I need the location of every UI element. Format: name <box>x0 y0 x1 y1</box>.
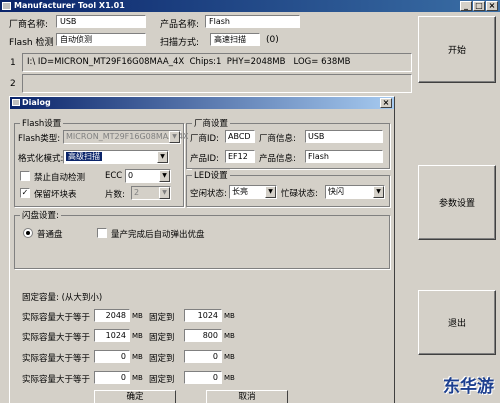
capacity-unit: MB <box>132 353 143 361</box>
vendor-settings-group: 厂商设置 厂商ID: ABCD 厂商信息: USB 产品ID: EF12 产品信… <box>186 117 390 169</box>
capacity-fixed-input[interactable]: 0 <box>184 350 222 363</box>
vendor-name-field[interactable]: USB <box>56 15 146 28</box>
fixed-unit: MB <box>224 332 235 340</box>
dialog-title-bar: Dialog × <box>10 97 394 109</box>
vendor-info-label: 厂商信息: <box>259 134 296 144</box>
capacity-min-input[interactable]: 2048 <box>94 309 130 322</box>
fixed-unit: MB <box>224 374 235 382</box>
product-info-label: 产品信息: <box>259 154 296 164</box>
capacity-row-label: 实际容量大于等于 <box>22 333 91 343</box>
cancel-button[interactable]: 取消 <box>206 390 288 403</box>
row-number: 2 <box>10 79 16 89</box>
chevron-down-icon: ▼ <box>373 186 384 198</box>
flash-type-select[interactable]: MICRON_MT29F16G08MAA_4X ▼ <box>63 130 188 144</box>
minimize-icon[interactable]: _ <box>460 1 472 11</box>
vendor-group-title: 厂商设置 <box>192 117 231 129</box>
capacity-fixed-input[interactable]: 1024 <box>184 309 222 322</box>
device-row[interactable] <box>22 74 412 93</box>
chevron-down-icon: ▼ <box>265 186 276 198</box>
flash-group-title: Flash设置 <box>20 117 64 129</box>
exit-button[interactable]: 退出 <box>418 290 496 355</box>
main-title-bar: Manufacturer Tool X1.01 _ □ × <box>0 0 500 12</box>
busy-state-label: 忙碌状态: <box>281 189 318 199</box>
dialog-close-icon[interactable]: × <box>380 98 392 108</box>
maximize-icon[interactable]: □ <box>473 1 485 11</box>
scan-mode-extra: (0) <box>266 35 279 45</box>
capacity-min-input[interactable]: 0 <box>94 350 130 363</box>
chips-label: 片数: <box>105 190 125 200</box>
format-mode-label: 格式化模式: <box>18 154 64 164</box>
row-number: 1 <box>10 58 16 68</box>
ok-button[interactable]: 确定 <box>94 390 176 403</box>
scan-mode-label: 扫描方式: <box>160 38 200 48</box>
keep-bad-block-checkbox[interactable]: ✓ <box>20 188 30 198</box>
fixed-to-label: 固定到 <box>149 375 175 385</box>
led-group-title: LED设置 <box>192 169 230 181</box>
chevron-down-icon: ▼ <box>159 170 170 182</box>
capacity-min-input[interactable]: 1024 <box>94 329 130 342</box>
led-settings-group: LED设置 空闲状态: 长亮 ▼ 忙碌状态: 快闪 ▼ <box>186 169 390 207</box>
vendor-id-input[interactable]: ABCD <box>225 130 255 143</box>
scan-mode-field[interactable]: 高速扫描 <box>210 33 260 46</box>
product-name-field[interactable]: Flash <box>205 15 300 28</box>
fixed-capacity-title: 固定容量: (从大到小) <box>22 293 103 303</box>
ecc-select[interactable]: 0 ▼ <box>125 169 171 183</box>
capacity-fixed-input[interactable]: 800 <box>184 329 222 342</box>
keep-bad-block-label: 保留坏块表 <box>34 190 77 200</box>
normal-disk-label: 普通盘 <box>37 230 63 240</box>
auto-eject-label: 量产完成后自动弹出优盘 <box>111 230 205 240</box>
capacity-unit: MB <box>132 312 143 320</box>
flash-type-label: Flash类型: <box>18 134 61 144</box>
capacity-row-label: 实际容量大于等于 <box>22 375 91 385</box>
flash-detect-label: Flash 检测 <box>9 38 54 48</box>
flash-disk-group-title: 闪盘设置: <box>20 209 61 221</box>
settings-dialog: Dialog × Flash设置 Flash类型: MICRON_MT29F16… <box>9 96 395 403</box>
format-mode-select[interactable]: 高级扫描 ▼ <box>63 150 169 164</box>
capacity-unit: MB <box>132 332 143 340</box>
vendor-name-label: 厂商名称: <box>9 20 49 30</box>
capacity-min-input[interactable]: 0 <box>94 371 130 384</box>
idle-state-label: 空闲状态: <box>190 189 227 199</box>
dialog-title: Dialog <box>22 98 51 107</box>
busy-state-select[interactable]: 快闪 ▼ <box>325 185 385 199</box>
watermark-logo: 东华游 <box>443 377 494 397</box>
capacity-unit: MB <box>132 374 143 382</box>
ecc-label: ECC <box>105 171 123 181</box>
vendor-info-input[interactable]: USB <box>305 130 383 143</box>
dialog-icon <box>12 99 20 106</box>
fixed-to-label: 固定到 <box>149 333 175 343</box>
params-button[interactable]: 参数设置 <box>418 165 496 240</box>
fixed-unit: MB <box>224 312 235 320</box>
window-title: Manufacturer Tool X1.01 <box>14 1 125 10</box>
close-icon[interactable]: × <box>486 1 498 11</box>
capacity-row-label: 实际容量大于等于 <box>22 354 91 364</box>
product-id-input[interactable]: EF12 <box>225 150 255 163</box>
auto-eject-checkbox[interactable] <box>97 228 107 238</box>
chevron-down-icon: ▼ <box>169 131 180 143</box>
flash-detect-field[interactable]: 自动侦测 <box>56 33 146 46</box>
manufacturer-tool-window: Manufacturer Tool X1.01 _ □ × 厂商名称: USB … <box>0 0 500 403</box>
product-id-label: 产品ID: <box>190 154 219 164</box>
capacity-row-label: 实际容量大于等于 <box>22 313 91 323</box>
chevron-down-icon: ▼ <box>157 151 168 163</box>
chevron-down-icon: ▼ <box>159 187 170 199</box>
flash-disk-group: 闪盘设置: 普通盘 量产完成后自动弹出优盘 <box>14 209 390 269</box>
start-button[interactable]: 开始 <box>418 16 496 83</box>
capacity-fixed-input[interactable]: 0 <box>184 371 222 384</box>
chips-select[interactable]: 2 ▼ <box>131 186 171 200</box>
flash-settings-group: Flash设置 Flash类型: MICRON_MT29F16G08MAA_4X… <box>14 117 188 207</box>
fixed-to-label: 固定到 <box>149 313 175 323</box>
app-icon <box>2 2 11 10</box>
normal-disk-radio[interactable] <box>23 228 33 238</box>
fixed-unit: MB <box>224 353 235 361</box>
auto-detect-label: 禁止自动检测 <box>34 173 86 183</box>
product-info-input[interactable]: Flash <box>305 150 383 163</box>
device-row[interactable]: I:\ ID=MICRON_MT29F16G08MAA_4X Chips:1 P… <box>22 53 412 72</box>
vendor-id-label: 厂商ID: <box>190 134 219 144</box>
idle-state-select[interactable]: 长亮 ▼ <box>229 185 277 199</box>
fixed-to-label: 固定到 <box>149 354 175 364</box>
product-name-label: 产品名称: <box>160 20 200 30</box>
auto-detect-checkbox[interactable] <box>20 171 30 181</box>
